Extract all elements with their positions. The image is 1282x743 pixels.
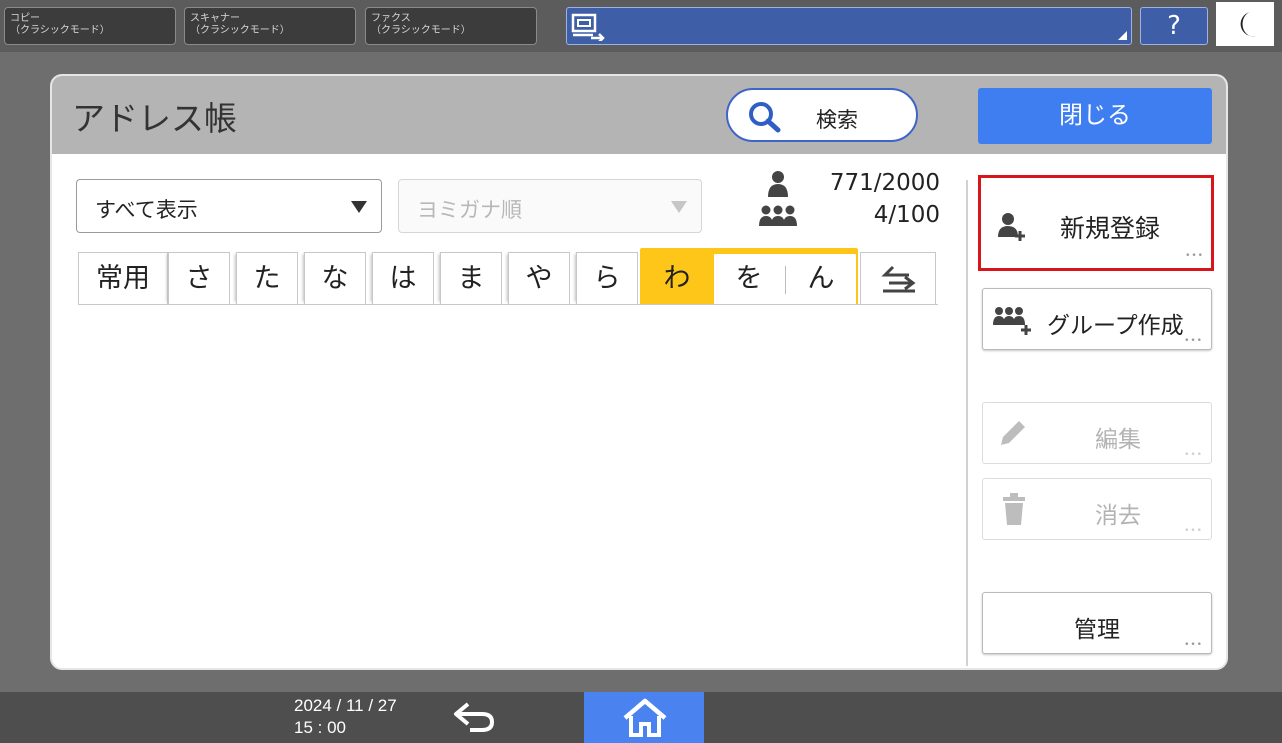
mode-sublabel: （クラシックモード） [190,25,290,36]
fax-classic-button[interactable]: ファクス （クラシックモード） [365,7,537,45]
dropdown-arrow-icon [351,201,367,213]
more-dots-icon: ••• [1184,450,1203,460]
help-button[interactable]: ? [1140,7,1208,45]
copy-classic-button[interactable]: コピー （クラシックモード） [4,7,176,45]
tab-baseline [78,304,938,305]
trash-icon [1001,493,1027,531]
more-dots-icon: ••• [1184,336,1203,346]
app-switch-bar[interactable] [566,7,1132,45]
tab-frequent[interactable]: 常用 [78,252,168,304]
tab-na[interactable]: な [304,252,366,304]
tab-ha[interactable]: は [372,252,434,304]
tab-switch-button[interactable] [860,252,936,304]
corner-triangle-icon [1118,31,1127,40]
date-text: 2024 / 11 / 27 [294,696,397,715]
tab-wa[interactable]: わ を ん [640,248,858,304]
divider [966,180,968,666]
more-dots-icon: ••• [1184,640,1203,650]
datetime: 2024 / 11 / 27 15 : 00 [294,695,397,739]
scanner-classic-button[interactable]: スキャナー （クラシックモード） [184,7,356,45]
pencil-icon [997,419,1029,453]
edit-label: 編集 [1095,427,1141,453]
tab-wo[interactable]: を [714,254,784,304]
tab-ra[interactable]: ら [576,252,638,304]
dropdown-arrow-icon [671,201,687,213]
tab-sa[interactable]: さ [168,252,230,304]
close-button[interactable]: 閉じる [978,88,1212,144]
page-title: アドレス帳 [72,99,237,138]
mode-label: ファクス [371,13,411,24]
user-count: 771/2000 [829,170,940,196]
tab-ta[interactable]: た [236,252,298,304]
mode-label: スキャナー [190,13,240,24]
tab-wa-label: わ [663,263,691,294]
sort-order-value: ヨミガナ順 [417,198,522,222]
search-label: 検索 [816,108,858,132]
top-bar: コピー （クラシックモード） スキャナー （クラシックモード） ファクス （クラ… [0,0,1282,52]
more-dots-icon: ••• [1184,526,1203,536]
create-group-button[interactable]: グループ作成 ••• [982,288,1212,350]
add-group-icon [993,305,1033,339]
sort-order-select: ヨミガナ順 [398,179,702,233]
address-book-dialog: アドレス帳 検索 閉じる すべて表示 ヨミガナ順 771/2000 4/100 … [50,74,1228,670]
tab-ma[interactable]: ま [440,252,502,304]
mode-sublabel: （クラシックモード） [10,25,110,36]
mode-sublabel: （クラシックモード） [371,25,471,36]
home-button[interactable] [584,692,704,743]
user-icon [758,170,798,202]
back-button[interactable] [452,700,498,738]
night-mode-button[interactable] [1216,2,1274,46]
delete-label: 消去 [1095,503,1141,529]
display-filter-value: すべて表示 [95,198,198,222]
highlight-frame [978,175,1214,271]
tab-wa-subitems: を ん [714,254,856,304]
group-icon [758,202,798,234]
delete-button: 消去 ••• [982,478,1212,540]
tab-n[interactable]: ん [786,254,856,304]
group-count: 4/100 [873,202,940,228]
time-text: 15 : 00 [294,718,346,737]
screen-switch-icon [571,13,607,45]
back-arrow-icon [454,702,495,732]
bottom-bar: 2024 / 11 / 27 15 : 00 [0,692,1282,743]
search-button[interactable]: 検索 [726,88,918,142]
manage-button[interactable]: 管理 ••• [982,592,1212,654]
mode-label: コピー [10,13,40,24]
manage-label: 管理 [1074,617,1120,643]
edit-button: 編集 ••• [982,402,1212,464]
dialog-header: アドレス帳 検索 閉じる [52,76,1226,154]
display-filter-select[interactable]: すべて表示 [76,179,382,233]
tab-ya[interactable]: や [508,252,570,304]
create-group-label: グループ作成 [1047,313,1184,339]
